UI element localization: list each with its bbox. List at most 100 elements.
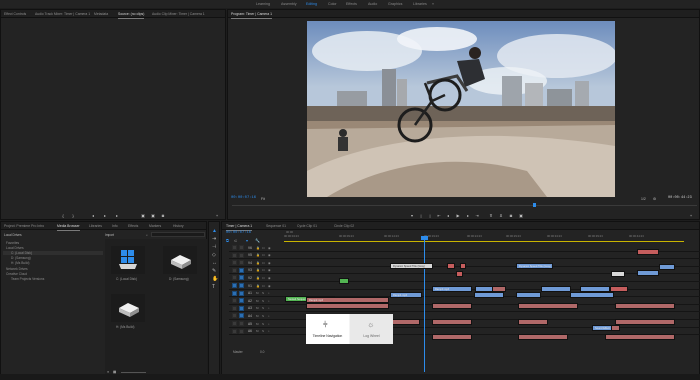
track-target-toggle[interactable] bbox=[239, 252, 244, 258]
go-to-in-icon[interactable]: ⇤ bbox=[437, 214, 441, 218]
clip-a4-b[interactable] bbox=[432, 334, 472, 341]
lock-icon[interactable]: 🔒 bbox=[256, 268, 260, 272]
comparison-view-icon[interactable]: ▣ bbox=[519, 214, 523, 218]
track-target-toggle[interactable] bbox=[239, 275, 244, 281]
eye-icon[interactable]: ◉ bbox=[268, 284, 271, 288]
clip-v5-red[interactable] bbox=[447, 263, 455, 270]
clip-a4-c[interactable] bbox=[518, 334, 568, 341]
mark-out-icon[interactable]: | bbox=[428, 214, 432, 218]
source-step-back-icon[interactable]: ◂ bbox=[91, 214, 95, 218]
track-target-toggle[interactable] bbox=[239, 260, 244, 266]
source-patch-toggle[interactable] bbox=[232, 321, 237, 326]
tab-metadata[interactable]: Metadata bbox=[94, 12, 108, 16]
source-patch-toggle[interactable] bbox=[232, 252, 237, 258]
source-mark-in-icon[interactable]: { bbox=[61, 214, 65, 218]
clip-a2-d[interactable] bbox=[615, 319, 675, 326]
quality-select[interactable]: 1/2 bbox=[641, 197, 646, 201]
eye-icon[interactable]: ◉ bbox=[268, 268, 271, 272]
button-editor-icon[interactable]: + bbox=[689, 214, 693, 218]
source-export-frame-icon[interactable]: ◙ bbox=[161, 214, 165, 218]
media-item-d-drive[interactable] bbox=[163, 246, 197, 274]
time-ruler[interactable]: 00:00 00:00:04:23 00:00:09:23 00:00:14:2… bbox=[284, 230, 700, 240]
clip-v4-b[interactable] bbox=[637, 270, 659, 277]
timeline-navigation-option[interactable]: ⫩ Timeline Navigation bbox=[306, 314, 349, 344]
track-target-toggle[interactable] bbox=[239, 267, 244, 273]
tab-source[interactable]: Source: (no clips) bbox=[118, 12, 145, 19]
clip-v3-c[interactable] bbox=[541, 286, 571, 293]
settings-icon[interactable]: ⚙ bbox=[653, 197, 656, 201]
source-patch-toggle[interactable] bbox=[232, 260, 237, 266]
solo-icon[interactable]: S bbox=[262, 299, 264, 303]
lift-icon[interactable]: ⊼ bbox=[489, 214, 493, 218]
location-select[interactable]: Local Drives bbox=[4, 233, 22, 237]
tab-sequence-timer[interactable]: Timer | Camera 1 bbox=[226, 224, 253, 231]
tab-cycle-clip-01[interactable]: Cycle Clip 01 bbox=[297, 224, 317, 228]
sync-icon[interactable]: ⊡ bbox=[262, 261, 265, 265]
clip-v5-red2[interactable] bbox=[460, 263, 466, 270]
program-timecode[interactable]: 00:00:07:16 bbox=[231, 196, 256, 200]
tab-project[interactable]: Project: Premiere Pro Intro bbox=[4, 224, 44, 228]
source-step-forward-icon[interactable]: ▸ bbox=[115, 214, 119, 218]
track-target-toggle[interactable] bbox=[239, 298, 244, 304]
sync-icon[interactable]: ⊡ bbox=[262, 268, 265, 272]
timeline-settings-icon[interactable]: 🔧 bbox=[255, 238, 260, 243]
track-target-toggle[interactable] bbox=[239, 321, 244, 326]
program-playhead[interactable] bbox=[533, 203, 537, 207]
clip-a1[interactable] bbox=[432, 303, 472, 310]
timeline-playhead[interactable] bbox=[424, 236, 425, 372]
source-insert-icon[interactable]: ▣ bbox=[141, 214, 145, 218]
track-target-toggle[interactable] bbox=[239, 305, 244, 311]
clip-v5-a[interactable]: Dynamic Speed Title (Gray) bbox=[516, 263, 553, 270]
mark-in-icon[interactable]: | bbox=[419, 214, 423, 218]
export-frame-icon[interactable]: ◙ bbox=[509, 214, 513, 218]
clip-v2-b[interactable] bbox=[474, 292, 504, 299]
eye-icon[interactable]: ◉ bbox=[268, 276, 271, 280]
add-marker-icon[interactable]: ▾ bbox=[246, 238, 248, 243]
solo-icon[interactable]: S bbox=[262, 314, 264, 318]
tab-media-browser[interactable]: Media Browser bbox=[57, 224, 80, 231]
workspace-learning[interactable]: Learning bbox=[256, 2, 270, 6]
ripple-edit-tool-icon[interactable]: ⊣ bbox=[212, 244, 216, 250]
sync-icon[interactable]: ⊡ bbox=[262, 253, 265, 257]
clip-green-small[interactable] bbox=[339, 278, 349, 285]
mic-icon[interactable]: ♪ bbox=[268, 322, 270, 326]
tree-creative-cloud[interactable]: Creative Cloud bbox=[6, 272, 27, 276]
clip-a2[interactable] bbox=[390, 319, 420, 326]
mic-icon[interactable]: ♪ bbox=[268, 306, 270, 310]
clip-a2-c[interactable] bbox=[518, 319, 548, 326]
clip-a1-b[interactable] bbox=[518, 303, 578, 310]
tab-circle-clip-02[interactable]: Circle Clip 02 bbox=[334, 224, 354, 228]
zoom-slider[interactable] bbox=[121, 372, 146, 373]
lock-icon[interactable]: 🔒 bbox=[256, 253, 260, 257]
lock-icon[interactable]: 🔒 bbox=[256, 284, 260, 288]
mic-icon[interactable]: ♪ bbox=[268, 299, 270, 303]
mute-icon[interactable]: M bbox=[256, 299, 259, 303]
source-patch-toggle[interactable] bbox=[232, 328, 237, 334]
slip-tool-icon[interactable]: ↔ bbox=[212, 260, 217, 266]
source-patch-toggle[interactable] bbox=[232, 313, 237, 319]
workspace-graphics[interactable]: Graphics bbox=[388, 2, 402, 6]
sync-icon[interactable]: ⊡ bbox=[262, 276, 265, 280]
clip-v2-d[interactable] bbox=[570, 292, 614, 299]
track-select-tool-icon[interactable]: ⇥ bbox=[212, 236, 216, 242]
mute-icon[interactable]: M bbox=[256, 322, 259, 326]
clip-audio-blue[interactable]: Sound Effect 1.wav bbox=[592, 325, 612, 332]
workspace-more-icon[interactable]: » bbox=[432, 2, 434, 6]
source-patch-toggle[interactable] bbox=[232, 267, 237, 273]
mute-icon[interactable]: M bbox=[256, 291, 259, 295]
lock-icon[interactable]: 🔒 bbox=[256, 261, 260, 265]
workspace-editing[interactable]: Editing bbox=[306, 2, 317, 6]
tab-history[interactable]: History bbox=[173, 224, 184, 228]
work-area-bar[interactable] bbox=[284, 241, 684, 242]
clip-a2-b[interactable] bbox=[432, 319, 472, 326]
tab-markers[interactable]: Markers bbox=[149, 224, 161, 228]
tab-audio-track-mixer[interactable]: Audio Track Mixer: Timer | Camera 1 bbox=[35, 12, 90, 16]
sync-icon[interactable]: ⊡ bbox=[262, 246, 265, 250]
hand-tool-icon[interactable]: ✋ bbox=[212, 276, 218, 282]
extract-icon[interactable]: ⊻ bbox=[499, 214, 503, 218]
eye-icon[interactable]: ◉ bbox=[268, 261, 271, 265]
step-forward-icon[interactable]: ▸ bbox=[466, 214, 470, 218]
tab-audio-clip-mixer[interactable]: Audio Clip Mixer: Timer | Camera 1 bbox=[152, 12, 205, 16]
eye-icon[interactable]: ◉ bbox=[268, 246, 271, 250]
workspace-color[interactable]: Color bbox=[328, 2, 337, 6]
